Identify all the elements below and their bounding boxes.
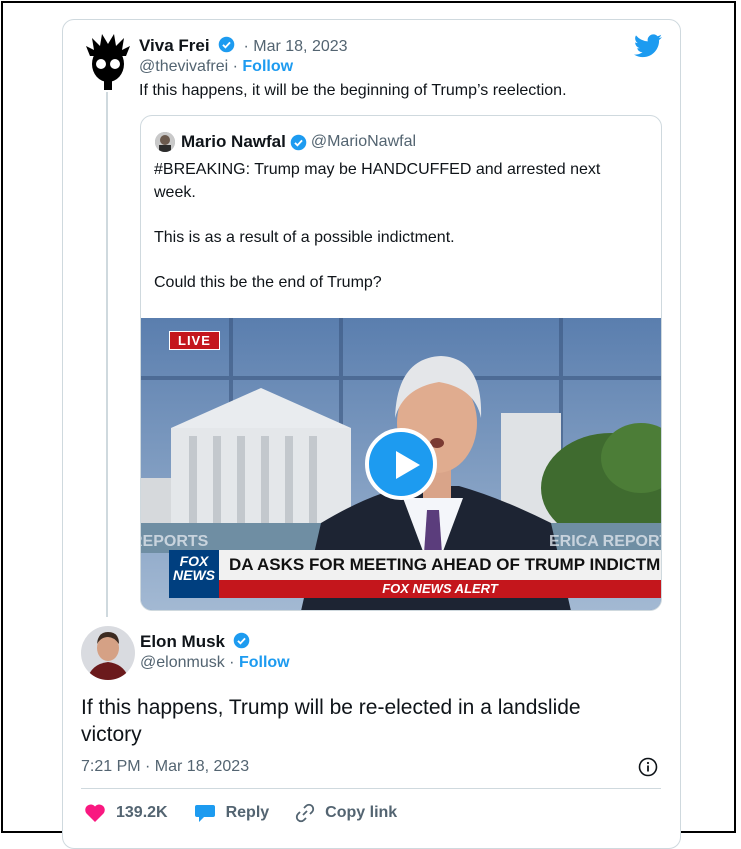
reply-text: If this happens, Trump will be re-electe… (81, 696, 581, 746)
quoted-paragraph: #BREAKING: Trump may be HANDCUFFED and a… (154, 161, 601, 201)
heart-icon (85, 804, 105, 822)
action-bar: 139.2K Reply Copy link (84, 803, 423, 823)
verified-badge-icon (290, 134, 307, 150)
ticker-headline: DA ASKS FOR MEETING AHEAD OF TRUMP INDIC… (219, 550, 661, 580)
svg-text:REPORTS: REPORTS (141, 533, 209, 550)
copy-link-label: Copy link (325, 804, 398, 821)
link-icon (296, 803, 315, 823)
svg-text:ERICA REPORT: ERICA REPORT (549, 533, 661, 550)
reply-author-name[interactable]: Elon Musk (140, 632, 225, 651)
video-thumbnail[interactable]: REPORTS ERICA REPORT LIVE FOX NEWS DA AS… (141, 318, 661, 610)
nawfal-avatar-image (155, 132, 175, 152)
quoted-author-handle[interactable]: @MarioNawfal (311, 133, 416, 151)
elonmusk-avatar[interactable] (81, 626, 135, 680)
copy-link-button[interactable]: Copy link (295, 803, 397, 823)
info-icon[interactable] (638, 757, 658, 777)
vivafrei-avatar[interactable] (84, 34, 132, 90)
tweet-date[interactable]: · Mar 18, 2023 (243, 38, 347, 55)
tweet-subheader: @thevivafrei · Follow (139, 58, 293, 76)
divider (81, 788, 661, 789)
quoted-text: #BREAKING: Trump may be HANDCUFFED and a… (154, 158, 634, 316)
reply-subheader: @elonmusk · Follow (140, 654, 290, 672)
reply-header: Elon Musk (140, 632, 254, 652)
reply-timestamp[interactable]: 7:21 PM · Mar 18, 2023 (81, 758, 249, 776)
tweet-header: Viva Frei · Mar 18, 2023 (139, 36, 348, 56)
reply-follow-button[interactable]: Follow (239, 654, 290, 671)
author-name[interactable]: Viva Frei (139, 36, 210, 55)
news-ticker: FOX NEWS DA ASKS FOR MEETING AHEAD OF TR… (169, 550, 661, 598)
live-badge: LIVE (169, 331, 220, 350)
fox-news-logo: FOX NEWS (169, 550, 219, 598)
separator-dot: · (232, 58, 243, 75)
separator-dot: · (229, 654, 239, 671)
quoted-tweet[interactable]: Mario Nawfal @MarioNawfal #BREAKING: Tru… (140, 115, 662, 611)
author-handle[interactable]: @thevivafrei (139, 58, 228, 75)
elonmusk-avatar-image (81, 626, 135, 680)
follow-button[interactable]: Follow (242, 58, 293, 75)
thread-line (106, 92, 108, 617)
nawfal-avatar[interactable] (155, 132, 175, 152)
verified-badge-icon (218, 36, 235, 53)
quoted-paragraph: Could this be the end of Trump? (154, 274, 382, 291)
reply-bubble-icon (194, 805, 215, 822)
quoted-paragraph: This is as a result of a possible indict… (154, 229, 455, 246)
like-button[interactable]: 139.2K (84, 803, 168, 823)
ticker-alert: FOX NEWS ALERT (219, 580, 661, 598)
reply-author-handle[interactable]: @elonmusk (140, 654, 225, 671)
quoted-author-name[interactable]: Mario Nawfal (181, 132, 286, 152)
tweet-text: If this happens, it will be the beginnin… (139, 82, 567, 99)
like-count: 139.2K (116, 804, 168, 821)
play-button[interactable] (365, 428, 437, 500)
quoted-header: Mario Nawfal @MarioNawfal (155, 132, 416, 152)
reply-label: Reply (225, 804, 270, 821)
reply-button[interactable]: Reply (194, 803, 270, 823)
twitter-logo-icon[interactable] (634, 34, 662, 58)
verified-badge-icon (234, 632, 250, 649)
